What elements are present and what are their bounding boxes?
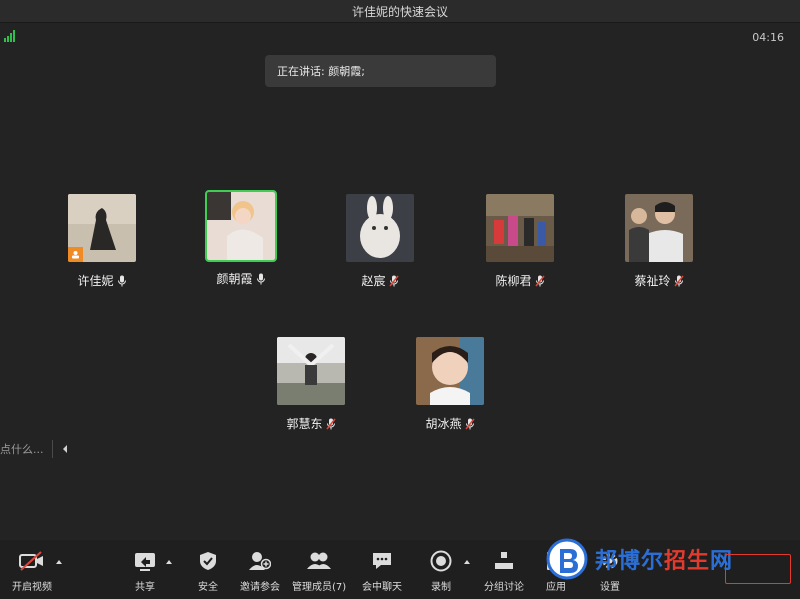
avatar xyxy=(205,190,277,262)
participant-tile[interactable]: 胡冰燕 xyxy=(405,335,495,432)
share-button[interactable]: 共享 xyxy=(134,548,156,593)
chat-placeholder: 点什么... xyxy=(0,443,44,456)
participant-tile[interactable]: 许佳妮 xyxy=(57,192,147,289)
mic-muted-icon[interactable] xyxy=(388,275,399,287)
avatar xyxy=(66,192,138,264)
security-button[interactable]: 安全 xyxy=(198,548,218,593)
watermark-logo-icon xyxy=(546,538,588,580)
speaking-indicator: 正在讲话: 颜朝霞; xyxy=(265,55,496,87)
watermark: 邦博尔招生网 xyxy=(545,536,795,584)
title-bar: 许佳妮的快速会议 xyxy=(0,0,800,23)
participant-name: 蔡祉玲 xyxy=(634,274,671,288)
avatar xyxy=(414,335,486,407)
avatar xyxy=(275,335,347,407)
breakout-rooms-button[interactable]: 分组讨论 xyxy=(484,548,524,593)
participant-name: 郭慧东 xyxy=(286,417,323,431)
participants-icon xyxy=(307,552,332,569)
chat-bubble-icon xyxy=(373,553,391,569)
add-user-icon xyxy=(249,552,271,570)
video-options-caret-icon[interactable] xyxy=(56,560,62,564)
shield-icon xyxy=(200,552,216,570)
participant-name: 胡冰燕 xyxy=(425,417,462,431)
host-badge xyxy=(68,247,83,262)
network-signal-icon[interactable] xyxy=(4,30,15,42)
record-icon xyxy=(430,550,452,572)
meeting-timer: 04:16 xyxy=(752,31,784,44)
mic-muted-icon[interactable] xyxy=(325,418,336,430)
participant-name: 赵宸 xyxy=(361,274,386,288)
speaking-label: 正在讲话: 颜朝霞; xyxy=(277,65,365,78)
participant-name: 陈柳君 xyxy=(495,274,532,288)
participant-name: 许佳妮 xyxy=(77,274,114,288)
watermark-text-a: 邦博尔 xyxy=(595,548,665,574)
chat-button[interactable]: 会中聊天 xyxy=(362,548,402,593)
participant-tile[interactable]: 蔡祉玲 xyxy=(614,192,704,289)
participant-tile[interactable]: 郭慧东 xyxy=(266,335,356,432)
record-button[interactable]: 录制 xyxy=(430,548,452,593)
share-screen-icon xyxy=(135,553,155,571)
watermark-text-b: 招生 xyxy=(664,548,711,574)
mic-muted-icon[interactable] xyxy=(673,275,684,287)
participant-name: 颜朝霞 xyxy=(216,272,253,286)
participant-tile[interactable]: 赵宸 xyxy=(335,192,425,289)
watermark-frame xyxy=(725,554,791,584)
record-options-caret-icon[interactable] xyxy=(464,560,470,564)
mic-icon[interactable] xyxy=(117,275,127,287)
mic-muted-icon[interactable] xyxy=(464,418,475,430)
divider xyxy=(51,440,53,458)
invite-button[interactable]: 邀请参会 xyxy=(240,548,280,593)
caret-left-icon[interactable] xyxy=(61,444,69,454)
share-options-caret-icon[interactable] xyxy=(166,560,172,564)
mic-muted-icon[interactable] xyxy=(534,275,545,287)
window-title: 许佳妮的快速会议 xyxy=(351,4,448,19)
mic-icon[interactable] xyxy=(256,273,266,285)
participant-tile-active[interactable]: 颜朝霞 xyxy=(196,190,286,287)
video-off-icon xyxy=(19,551,43,571)
manage-participants-button[interactable]: 管理成员(7) xyxy=(292,548,346,593)
avatar xyxy=(484,192,556,264)
breakout-rooms-icon xyxy=(495,552,513,569)
participant-tile[interactable]: 陈柳君 xyxy=(475,192,565,289)
avatar xyxy=(623,192,695,264)
avatar xyxy=(344,192,416,264)
chat-input-stub[interactable]: 点什么... xyxy=(0,438,69,460)
start-video-button[interactable]: 开启视频 xyxy=(12,548,52,593)
